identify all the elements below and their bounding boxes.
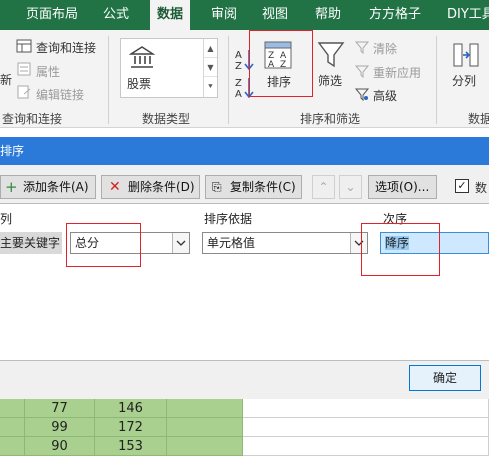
gallery-scroll[interactable]: ▲ ▼ ⯆ xyxy=(203,39,217,97)
reapply-button[interactable]: 重新应用 xyxy=(373,64,421,81)
stocks-data-type[interactable]: 股票 xyxy=(127,75,151,92)
tab-view[interactable]: 视图 xyxy=(262,0,288,30)
chevron-down-icon[interactable] xyxy=(172,233,189,253)
text-to-columns-icon[interactable] xyxy=(452,40,480,70)
move-up-icon: ⌃ xyxy=(318,180,329,194)
column-highlight xyxy=(66,223,141,267)
tab-formulas[interactable]: 公式 xyxy=(103,0,129,30)
clear-filter-icon xyxy=(354,41,370,54)
grid-cell[interactable] xyxy=(167,418,243,437)
ok-button[interactable]: 确定 xyxy=(409,365,481,391)
ribbon-tab-bar: 页面布局 公式 数据 审阅 视图 帮助 方方格子 DIY工具 xyxy=(0,0,489,30)
delete-level-button[interactable]: ✕ 删除条件(D) xyxy=(101,175,200,199)
data-types-group-label: 数据类型 xyxy=(142,112,191,126)
grid-cell[interactable]: 99 xyxy=(25,418,95,437)
reapply-icon xyxy=(354,65,370,78)
properties-button[interactable]: 属性 xyxy=(36,63,60,80)
header-checkbox-label: 数 xyxy=(475,181,488,195)
data-tools-group-label: 数据 xyxy=(468,112,489,126)
worksheet-grid: 77 146 99 172 90 153 xyxy=(0,399,489,456)
header-checkbox[interactable]: ✓ xyxy=(455,179,469,193)
svg-text:Z: Z xyxy=(235,78,242,89)
bank-icon xyxy=(129,46,155,68)
grid-cell[interactable] xyxy=(243,418,489,437)
data-types-gallery[interactable]: 股票 ▲ ▼ ⯆ xyxy=(120,38,218,98)
sort-on-select[interactable]: 单元格值 xyxy=(202,232,368,254)
grid-cell[interactable]: 146 xyxy=(95,399,167,418)
filter-button[interactable]: 筛选 xyxy=(318,72,342,89)
copy-level-button[interactable]: ⎘ 复制条件(C) xyxy=(205,175,302,199)
edit-links-icon xyxy=(17,85,31,99)
sort-dialog: + 添加条件(A) ✕ 删除条件(D) ⎘ 复制条件(C) ⌃ ⌄ 选项(O).… xyxy=(0,165,489,399)
add-level-button[interactable]: + 添加条件(A) xyxy=(0,175,96,199)
add-level-label: 添加条件(A) xyxy=(23,180,89,194)
more-icon[interactable]: ⯆ xyxy=(204,77,217,96)
sort-on-header: 排序依据 xyxy=(204,212,253,226)
grid-cell[interactable]: 172 xyxy=(95,418,167,437)
grid-cell[interactable] xyxy=(0,399,25,418)
chevron-down-icon[interactable]: ▼ xyxy=(204,58,217,77)
move-down-button[interactable]: ⌄ xyxy=(339,175,362,199)
grid-cell[interactable]: 90 xyxy=(25,437,95,456)
grid-cell[interactable]: 77 xyxy=(25,399,95,418)
queries-connections-button[interactable]: 查询和连接 xyxy=(36,39,96,56)
tab-help[interactable]: 帮助 xyxy=(315,0,341,30)
grid-cell[interactable]: 153 xyxy=(95,437,167,456)
group-separator xyxy=(436,36,437,124)
sort-dialog-title-bar: 排序 xyxy=(0,137,489,165)
order-highlight xyxy=(361,223,440,276)
move-up-button[interactable]: ⌃ xyxy=(312,175,335,199)
query-connections-icon xyxy=(16,39,32,53)
chevron-up-icon[interactable]: ▲ xyxy=(204,39,217,58)
text-to-columns-button[interactable]: 分列 xyxy=(452,72,476,89)
grid-cell[interactable] xyxy=(167,399,243,418)
sort-on-select-value: 单元格值 xyxy=(207,236,256,250)
column-header: 列 xyxy=(0,212,13,226)
copy-icon: ⎘ xyxy=(212,180,222,194)
sort-filter-group-label: 排序和筛选 xyxy=(300,112,361,126)
tab-diy-tools[interactable]: DIY工具 xyxy=(447,0,489,30)
svg-text:Z: Z xyxy=(235,61,242,72)
grid-cell[interactable] xyxy=(0,418,25,437)
dialog-title: 排序 xyxy=(0,144,25,158)
svg-text:A: A xyxy=(235,50,242,61)
move-down-icon: ⌄ xyxy=(345,180,356,194)
grid-cell[interactable] xyxy=(243,437,489,456)
delete-level-label: 删除条件(D) xyxy=(128,180,195,194)
grid-cell[interactable] xyxy=(167,437,243,456)
group-separator xyxy=(108,36,109,124)
advanced-button[interactable]: 高级 xyxy=(373,87,397,104)
filter-icon[interactable] xyxy=(316,40,346,70)
tab-data[interactable]: 数据 xyxy=(150,0,191,30)
query-group-label: 查询和连接 xyxy=(2,112,63,126)
delete-x-icon: ✕ xyxy=(109,179,121,195)
options-button[interactable]: 选项(O)... xyxy=(368,175,437,199)
tab-review[interactable]: 审阅 xyxy=(211,0,237,30)
options-label: 选项(O)... xyxy=(375,180,430,194)
tab-fangfang[interactable]: 方方格子 xyxy=(369,0,421,30)
advanced-filter-icon xyxy=(354,88,370,101)
copy-level-label: 复制条件(C) xyxy=(230,180,296,194)
svg-text:A: A xyxy=(235,89,242,100)
grid-cell[interactable] xyxy=(0,437,25,456)
ribbon-data: 新 查询和连接 属性 编辑链接 查询和连接 股票 ▲ ▼ ⯆ 数据类型 A Z xyxy=(0,30,489,128)
clear-button[interactable]: 清除 xyxy=(373,40,397,57)
ok-label: 确定 xyxy=(432,371,457,385)
sort-highlight xyxy=(249,30,313,97)
grid-cell[interactable] xyxy=(243,399,489,418)
group-separator xyxy=(228,36,229,124)
edit-links-button[interactable]: 编辑链接 xyxy=(36,86,84,103)
new-query-fragment[interactable]: 新 xyxy=(0,71,12,88)
plus-icon: + xyxy=(5,178,18,196)
tab-page-layout[interactable]: 页面布局 xyxy=(26,0,78,30)
properties-icon xyxy=(17,62,31,76)
primary-key-label: 主要关键字 xyxy=(0,232,62,254)
